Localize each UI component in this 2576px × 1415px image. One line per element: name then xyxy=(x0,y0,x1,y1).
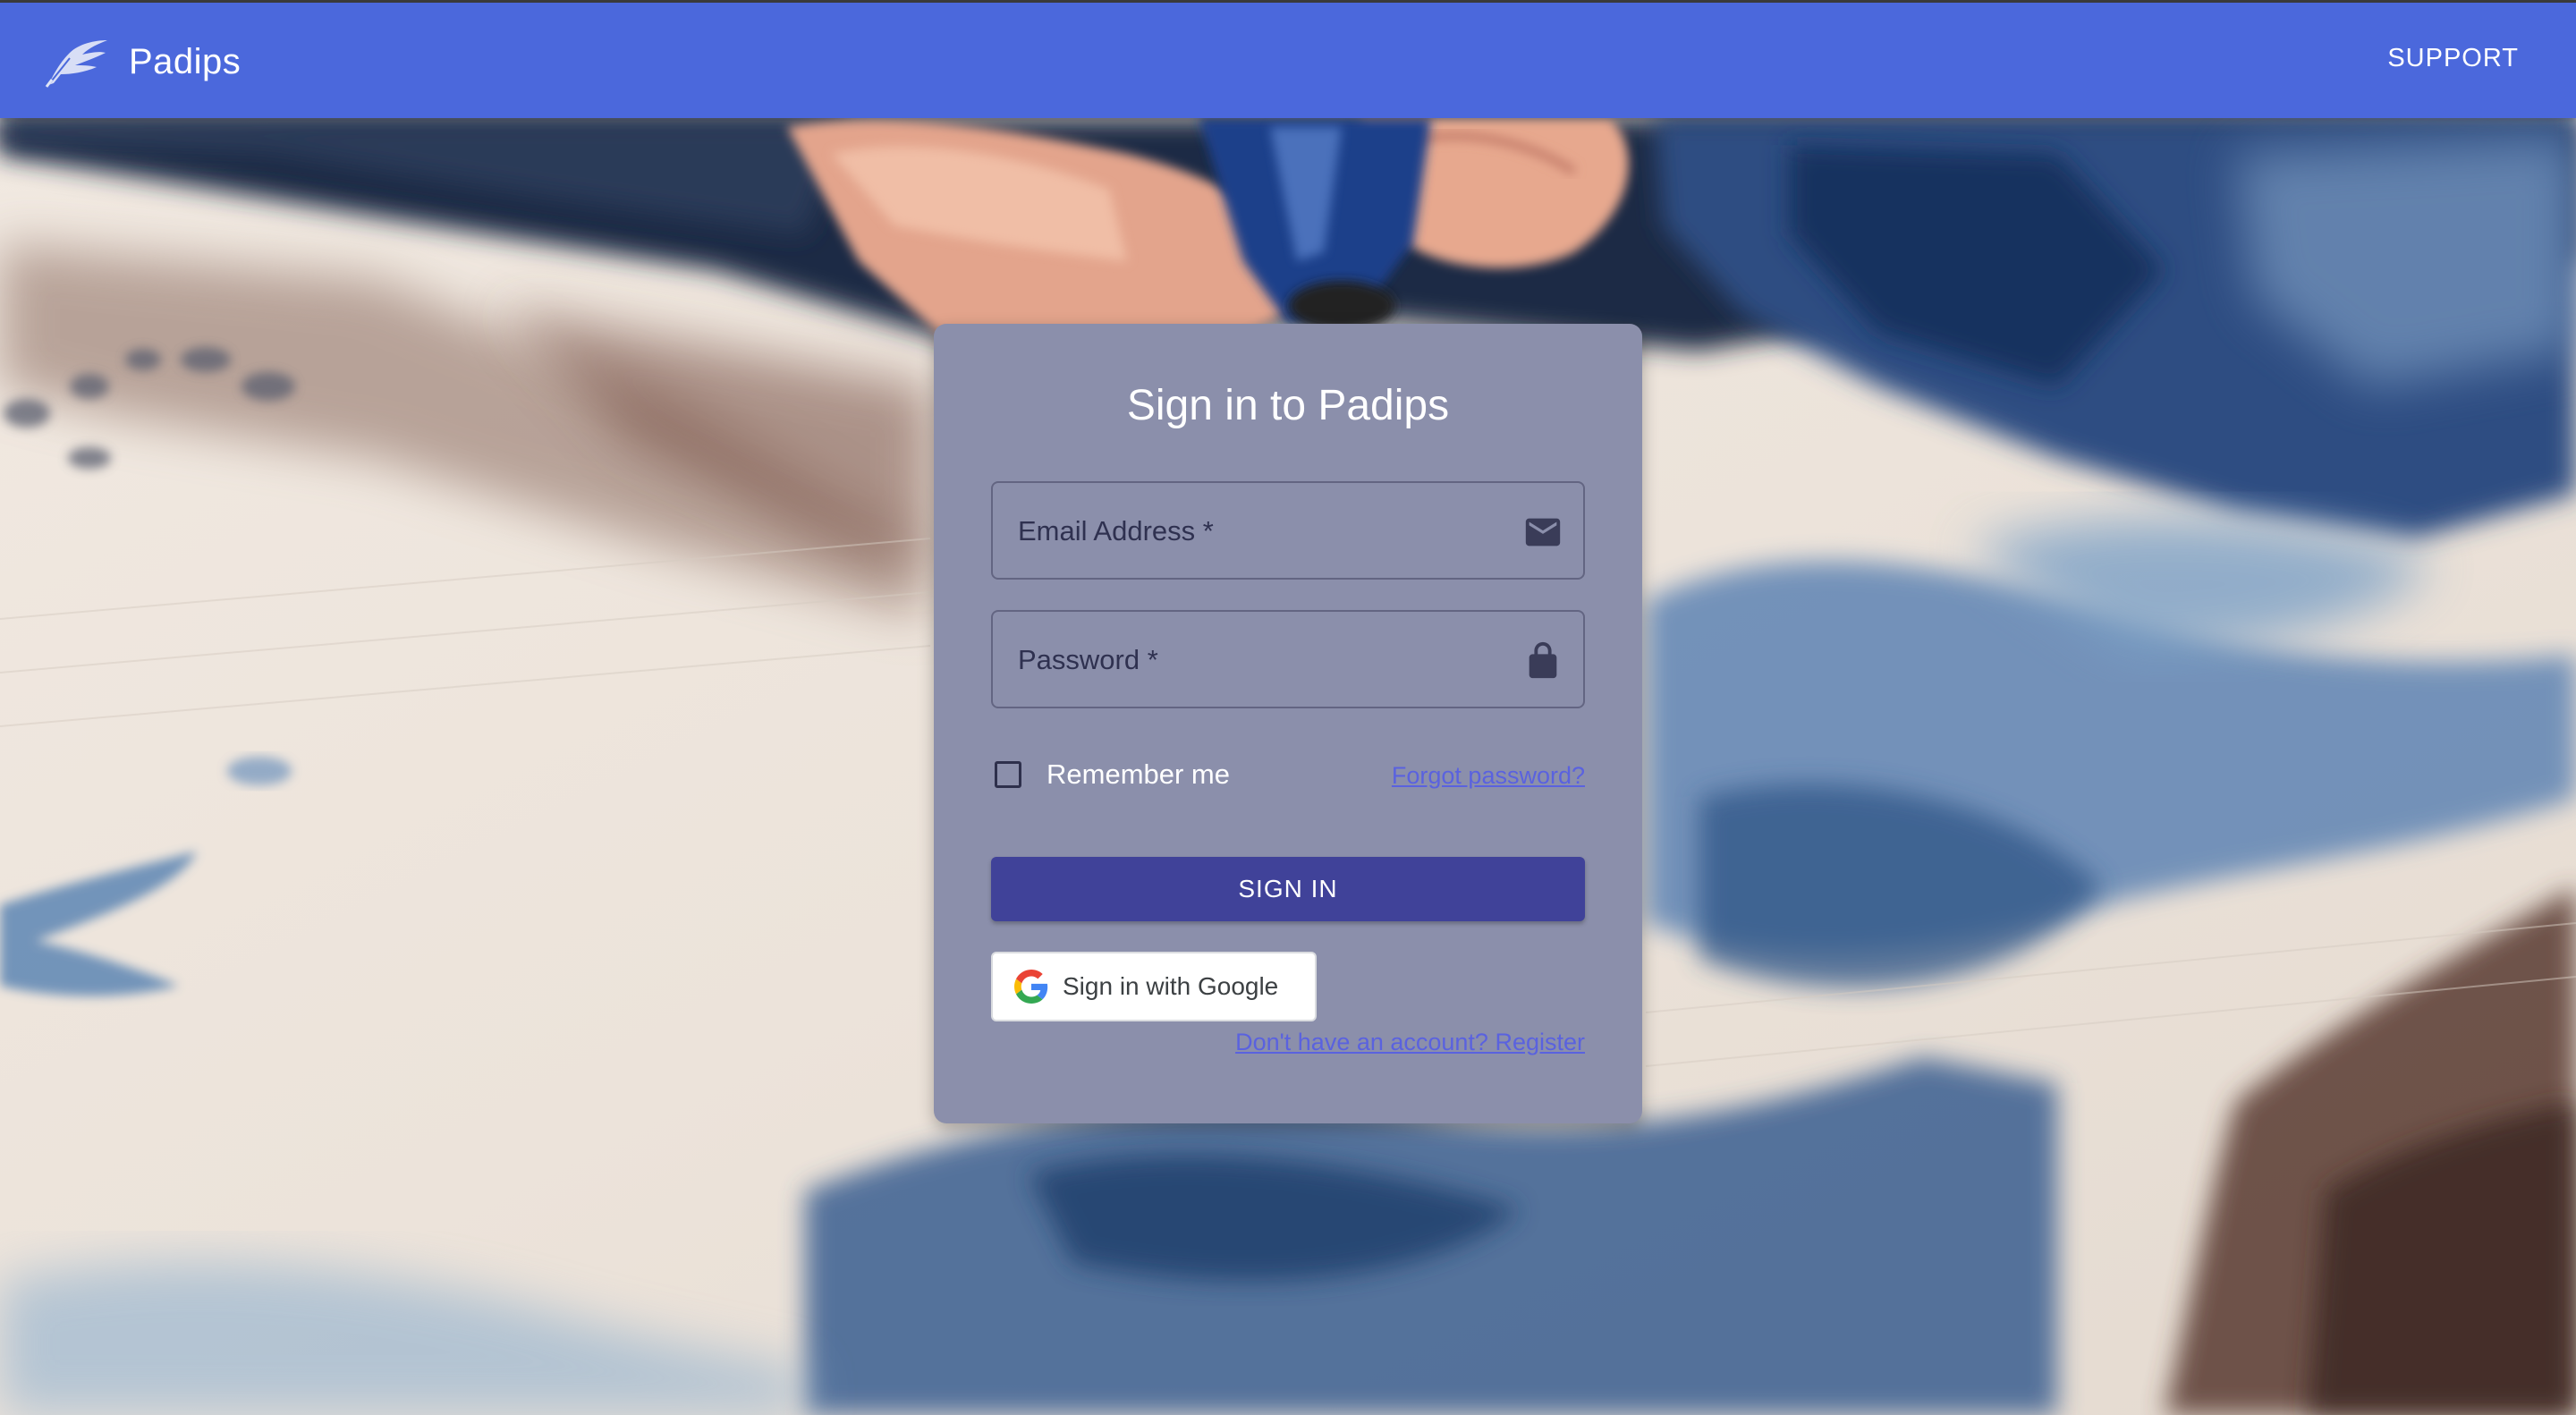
support-link[interactable]: SUPPORT xyxy=(2387,44,2519,73)
remember-me[interactable]: Remember me xyxy=(991,753,1230,796)
brand-name: Padips xyxy=(129,41,242,81)
email-field[interactable]: Email Address * xyxy=(991,481,1585,580)
remember-me-checkbox[interactable] xyxy=(995,761,1021,788)
email-field-label: Email Address * xyxy=(1018,515,1214,547)
signin-card: Sign in to Padips Email Address * Passwo… xyxy=(934,324,1642,1123)
password-field[interactable]: Password * xyxy=(991,610,1585,708)
signin-title: Sign in to Padips xyxy=(1126,382,1450,429)
envelope-icon xyxy=(1525,518,1561,547)
google-g-icon xyxy=(1014,970,1048,1004)
lock-icon xyxy=(1529,641,1557,679)
password-field-label: Password * xyxy=(1018,644,1158,675)
register-link[interactable]: Don't have an account? Register xyxy=(1235,1029,1585,1056)
feather-quill-icon xyxy=(45,40,107,88)
top-app-bar: Padips SUPPORT xyxy=(0,0,2576,118)
brand[interactable]: Padips xyxy=(43,33,241,90)
login-page: Padips SUPPORT Sign in to Padips Email A… xyxy=(0,0,2576,1415)
remember-me-label: Remember me xyxy=(1046,758,1230,790)
google-signin-label: Sign in with Google xyxy=(1063,972,1279,1000)
google-signin-button[interactable]: Sign in with Google xyxy=(991,952,1317,1021)
forgot-password-link[interactable]: Forgot password? xyxy=(1392,762,1585,790)
signin-button[interactable]: SIGN IN xyxy=(991,857,1585,921)
